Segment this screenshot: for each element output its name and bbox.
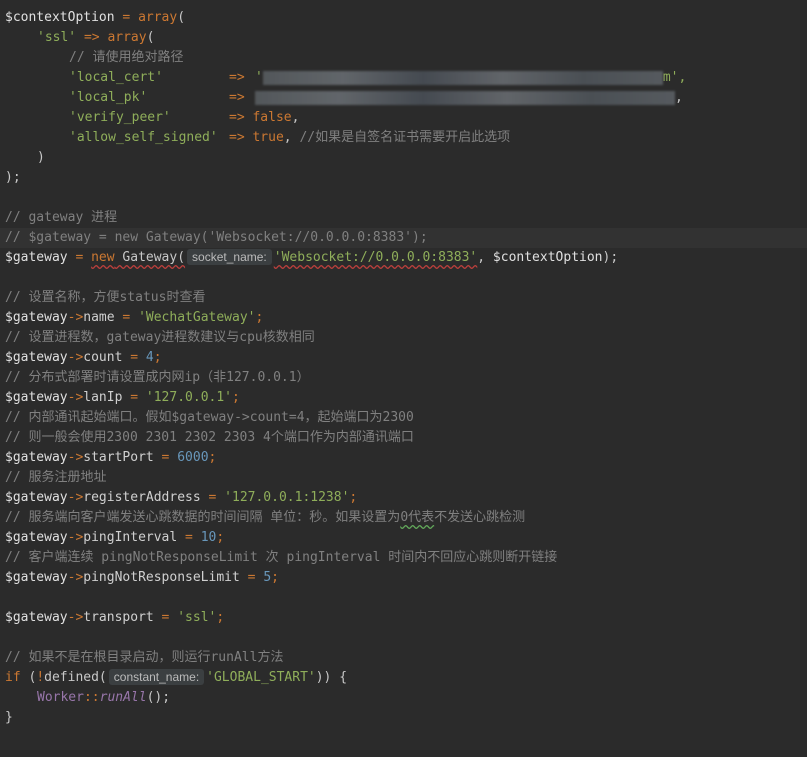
code-line: $gateway->lanIp = '127.0.0.1';: [5, 390, 240, 405]
code-line: // 客户端连续 pingNotResponseLimit 次 pingInte…: [5, 550, 558, 565]
code-line: $gateway = new Gateway(socket_name: 'Webs…: [5, 249, 619, 265]
code-line: // 服务端向客户端发送心跳数据的时间间隔 单位：秒。如果设置为0代表不发送心跳…: [5, 510, 526, 525]
code-line: // 设置进程数，gateway进程数建议与cpu核数相同: [5, 330, 315, 345]
code-line-current: // $gateway = new Gateway('Websocket://0…: [0, 228, 807, 248]
code-line: }: [5, 710, 13, 725]
code-line: // 内部通讯起始端口。假如$gateway->count=4，起始端口为230…: [5, 410, 414, 425]
code-line: $contextOption = array(: [5, 10, 186, 25]
code-line: $gateway->name = 'WechatGateway';: [5, 310, 264, 325]
code-editor[interactable]: $contextOption = array( 'ssl' => array( …: [0, 0, 807, 757]
code-line: Worker::runAll();: [37, 690, 171, 705]
code-line: $gateway->startPort = 6000;: [5, 450, 217, 465]
code-line: // 分布式部署时请设置成内网ip（非127.0.0.1）: [5, 370, 310, 385]
redacted-path: [262, 70, 663, 85]
code-line: $gateway->registerAddress = '127.0.0.1:1…: [5, 490, 358, 505]
code-line: 'ssl' => array(: [37, 30, 155, 45]
code-line: $gateway->pingInterval = 10;: [5, 530, 225, 545]
code-line: $gateway->count = 4;: [5, 350, 162, 365]
parameter-hint: socket_name:: [187, 249, 272, 265]
code-line: // gateway 进程: [5, 210, 118, 225]
code-line: 'allow_self_signed' => true, //如果是自签名证书需要…: [69, 130, 511, 145]
code-line: if (!defined(constant_name: 'GLOBAL_START…: [5, 669, 348, 685]
code-line: // 请使用绝对路径: [69, 50, 184, 65]
code-line: 'verify_peer' => false,: [69, 110, 300, 125]
redacted-path: [255, 90, 675, 105]
code-line: );: [5, 170, 21, 185]
code-line: // 如果不是在根目录启动，则运行runAll方法: [5, 650, 284, 665]
code-line: $gateway->pingNotResponseLimit = 5;: [5, 570, 279, 585]
code-line: ): [37, 150, 45, 165]
parameter-hint: constant_name:: [108, 669, 205, 685]
code-line: 'local_cert' => ' m',: [69, 70, 687, 85]
code-line: 'local_pk' =>,: [69, 90, 683, 105]
code-line: $gateway->transport = 'ssl';: [5, 610, 225, 625]
code-line: // 设置名称，方便status时查看: [5, 290, 206, 305]
code-line: // 则一般会使用2300 2301 2302 2303 4个端口作为内部通讯端…: [5, 430, 414, 445]
code-line: // 服务注册地址: [5, 470, 107, 485]
